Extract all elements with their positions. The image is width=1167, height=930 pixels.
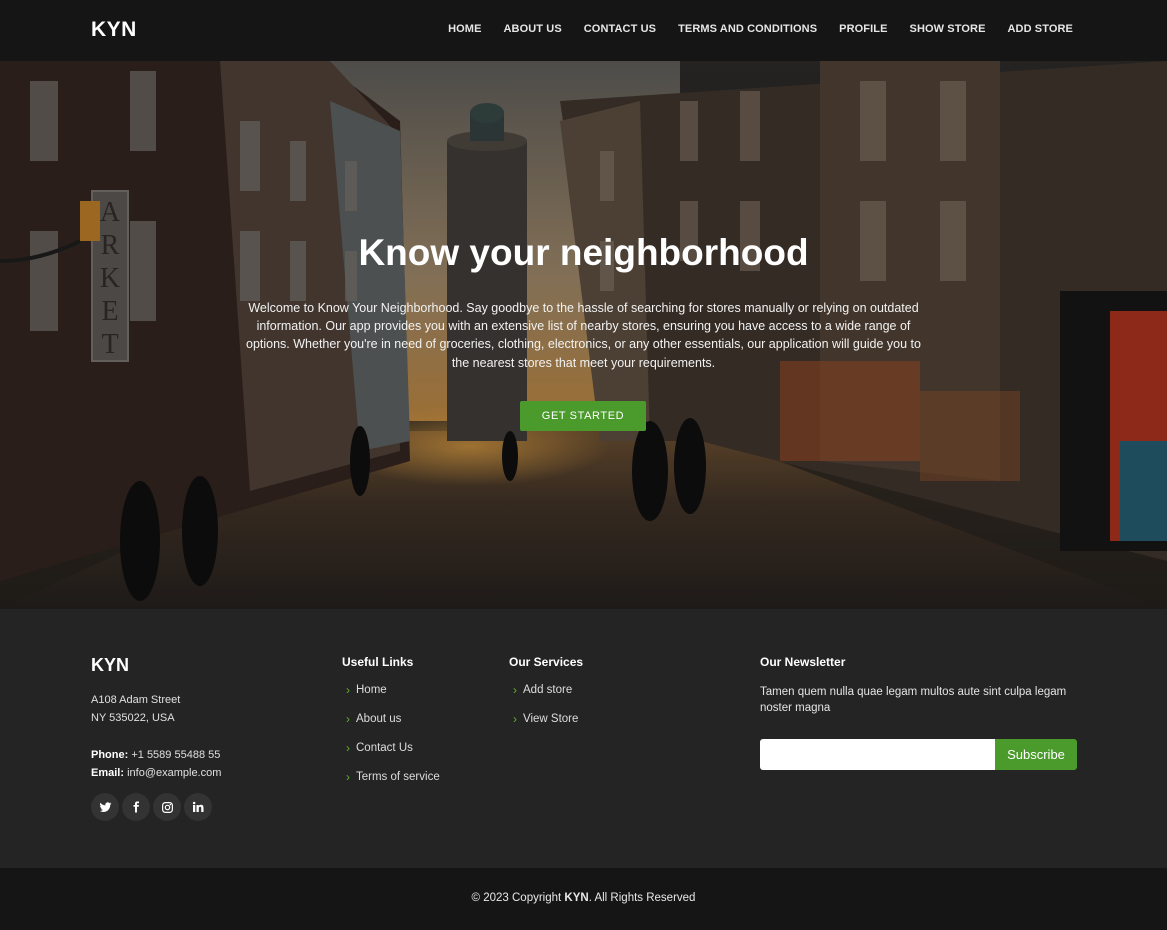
email-label: Email:: [91, 767, 125, 779]
nav-home[interactable]: HOME: [448, 23, 481, 35]
chevron-right-icon: ›: [346, 741, 350, 755]
email-value: info@example.com: [127, 767, 222, 779]
footer-link-contact[interactable]: › Contact Us: [342, 742, 440, 771]
site-logo[interactable]: KYN: [91, 18, 137, 42]
footer-contact: Phone: +1 5589 55488 55 Email: info@exam…: [91, 746, 221, 782]
nav-contact-us[interactable]: CONTACT US: [584, 23, 656, 35]
copyright-suffix: . All Rights Reserved: [588, 892, 696, 904]
newsletter-email-input[interactable]: [760, 739, 995, 770]
phone-value: +1 5589 55488 55: [131, 749, 221, 761]
chevron-right-icon: ›: [346, 712, 350, 726]
footer-link-about[interactable]: › About us: [342, 713, 440, 742]
footer-link-label: Home: [356, 684, 387, 696]
chevron-right-icon: ›: [346, 770, 350, 784]
nav-show-store[interactable]: SHOW STORE: [910, 23, 986, 35]
newsletter-title: Our Newsletter: [760, 655, 846, 669]
twitter-icon[interactable]: [91, 793, 119, 821]
hero-description: Welcome to Know Your Neighborhood. Say g…: [246, 301, 921, 370]
nav-add-store[interactable]: ADD STORE: [1008, 23, 1073, 35]
nav-profile[interactable]: PROFILE: [839, 23, 887, 35]
instagram-icon[interactable]: [153, 793, 181, 821]
main-nav: HOME ABOUT US CONTACT US TERMS AND CONDI…: [448, 23, 1073, 35]
chevron-right-icon: ›: [346, 683, 350, 697]
footer-link-label: Terms of service: [356, 771, 440, 783]
footer-link-label: View Store: [523, 713, 579, 725]
useful-links-list: › Home › About us › Contact Us › Terms of se…: [342, 684, 440, 800]
social-links: [91, 793, 212, 821]
chevron-right-icon: ›: [513, 683, 517, 697]
address-line-2: NY 535022, USA: [91, 712, 175, 724]
copyright-prefix: © 2023 Copyright: [471, 892, 562, 904]
linkedin-icon[interactable]: [184, 793, 212, 821]
subscribe-button[interactable]: Subscribe: [995, 739, 1077, 770]
facebook-icon[interactable]: [122, 793, 150, 821]
footer-logo[interactable]: KYN: [91, 655, 129, 676]
hero-section: A R K E T Know your neighborhood Welcome…: [0, 61, 1167, 609]
footer-link-view-store[interactable]: › View Store: [509, 713, 578, 742]
footer-link-terms[interactable]: › Terms of service: [342, 771, 440, 800]
footer-link-add-store[interactable]: › Add store: [509, 684, 578, 713]
footer-address: A108 Adam Street NY 535022, USA: [91, 691, 180, 727]
phone-label: Phone:: [91, 749, 129, 761]
address-line-1: A108 Adam Street: [91, 694, 181, 706]
copyright: © 2023 Copyright KYN. All Rights Reserve…: [0, 892, 1167, 904]
chevron-right-icon: ›: [513, 712, 517, 726]
hero-title: Know your neighborhood: [358, 232, 809, 273]
footer-link-label: About us: [356, 713, 402, 725]
nav-about-us[interactable]: ABOUT US: [504, 23, 562, 35]
get-started-button[interactable]: GET STARTED: [520, 401, 646, 431]
copyright-brand: KYN: [564, 892, 589, 904]
newsletter-form: Subscribe: [760, 739, 1077, 770]
services-list: › Add store › View Store: [509, 684, 578, 742]
footer-link-home[interactable]: › Home: [342, 684, 440, 713]
nav-terms[interactable]: TERMS AND CONDITIONS: [678, 23, 817, 35]
footer-link-label: Contact Us: [356, 742, 413, 754]
site-header: KYN HOME ABOUT US CONTACT US TERMS AND C…: [0, 0, 1167, 61]
useful-links-title: Useful Links: [342, 655, 414, 669]
footer-top: KYN A108 Adam Street NY 535022, USA Phon…: [0, 609, 1167, 868]
footer-bottom: © 2023 Copyright KYN. All Rights Reserve…: [0, 868, 1167, 930]
our-services-title: Our Services: [509, 655, 584, 669]
newsletter-text: Tamen quem nulla quae legam multos aute …: [760, 686, 1067, 714]
footer-link-label: Add store: [523, 684, 573, 696]
